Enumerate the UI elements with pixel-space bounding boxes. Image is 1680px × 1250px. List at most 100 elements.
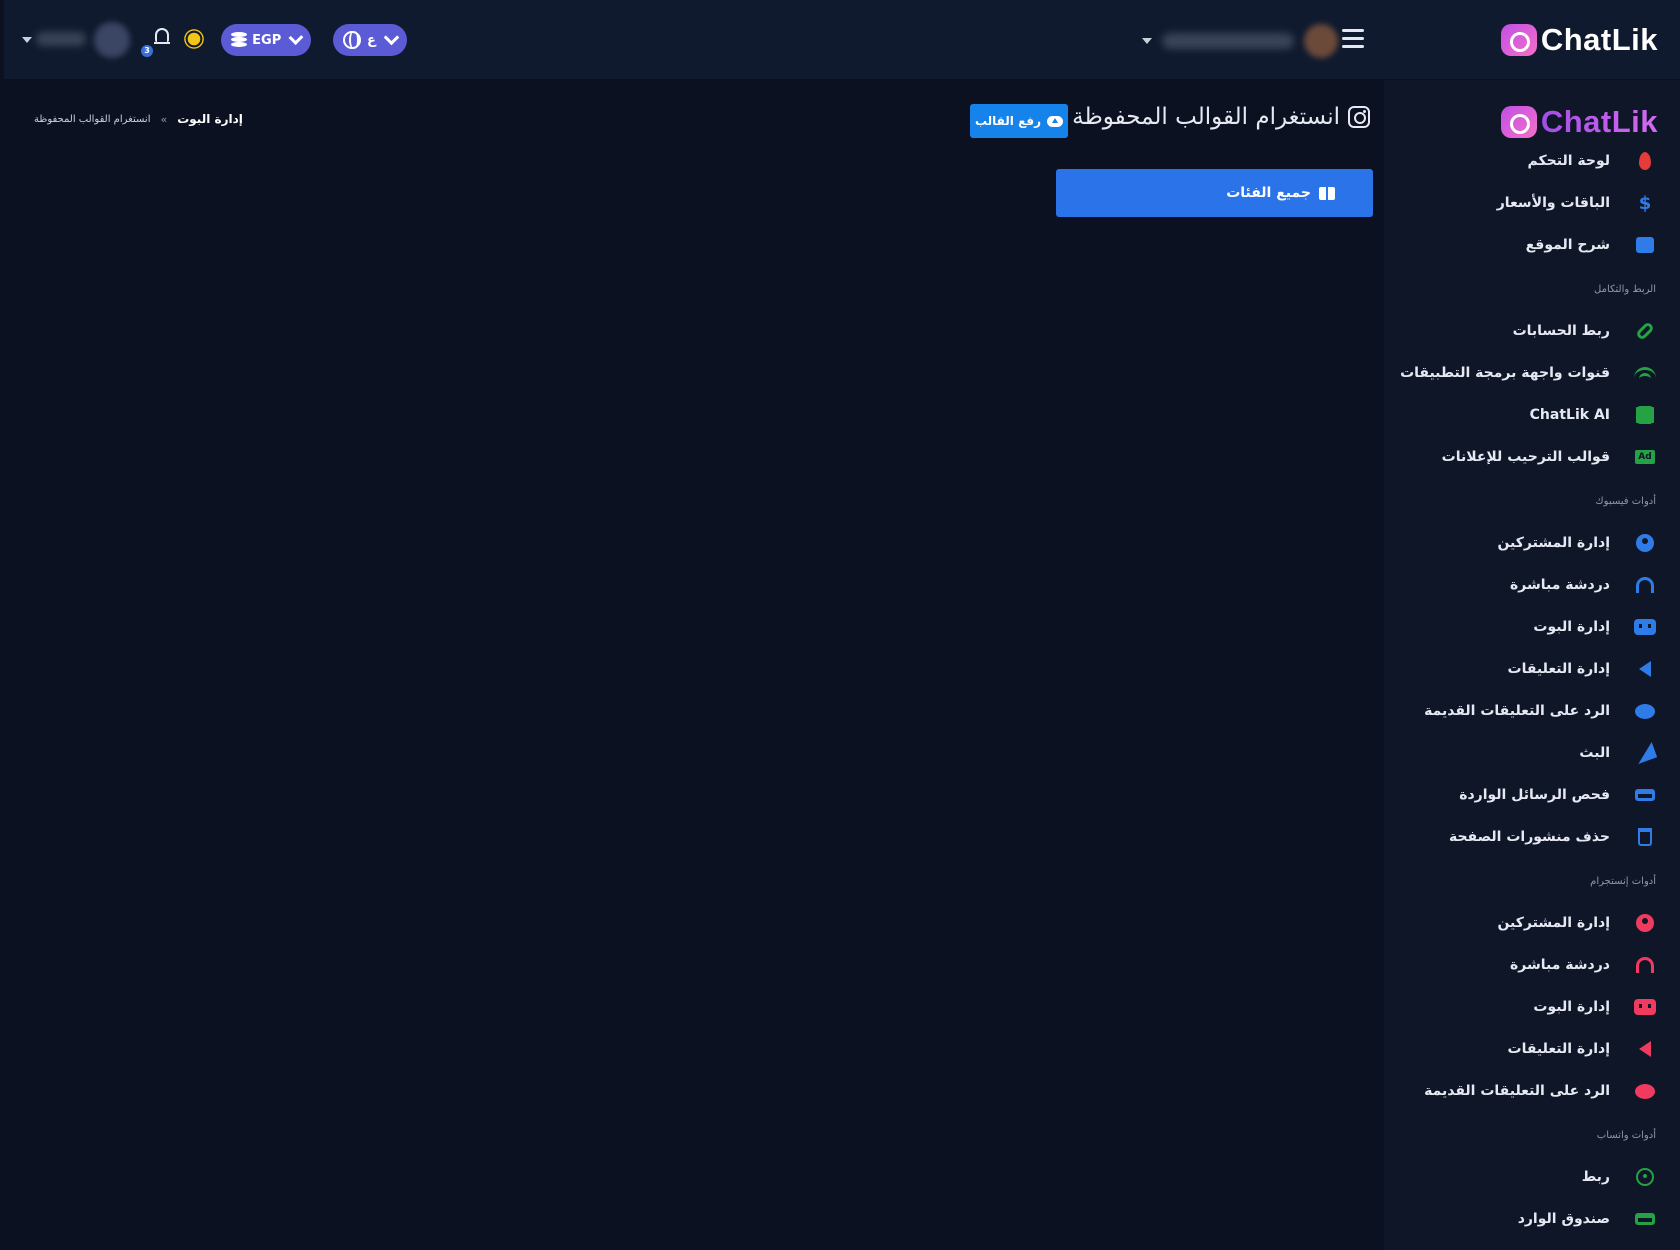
cloud-upload-icon [1047,115,1064,127]
language-selector[interactable]: ع [333,24,407,56]
breadcrumb-item-bot-manager[interactable]: إدارة البوت [177,112,243,126]
sidebar-item-fb-inbox-check[interactable]: فحص الرسائل الواردة [1384,774,1680,816]
notifications-bell-icon[interactable] [154,28,170,46]
coins-icon [231,32,247,48]
chatlik-logo-icon [1500,24,1537,56]
currency-selector[interactable]: EGP [221,24,311,56]
top-navbar: ChatLik ع EGP 3 [4,0,1680,80]
sidebar-item-wa-inbox[interactable]: صندوق الوارد [1384,1198,1680,1240]
presentation-icon [1634,234,1656,256]
account-name-redacted [1162,33,1294,49]
sidebar-item-label: دردشة مباشرة [1510,577,1610,593]
user-name-redacted[interactable] [36,32,86,46]
reply-all-icon [1634,658,1656,680]
currency-label: EGP [252,32,282,48]
chip-icon [1634,404,1656,426]
sidebar-item-ig-live-chat[interactable]: دردشة مباشرة [1384,944,1680,986]
sidebar-item-fb-broadcast[interactable]: البث [1384,732,1680,774]
sidebar-item-fb-delete-posts[interactable]: حذف منشورات الصفحة [1384,816,1680,858]
breadcrumb-item-current: انستغرام القوالب المحفوظة [34,113,151,125]
menu-toggle-icon[interactable] [1342,29,1364,49]
chat-bubble-icon [1634,1080,1656,1102]
sidebar-item-label: لوحة التحكم [1527,153,1610,169]
book-open-icon [1319,186,1335,200]
sidebar-item-pricing[interactable]: $ الباقات والأسعار [1384,182,1680,224]
section-label-whatsapp: أدوات واتساب [1596,1130,1656,1141]
all-categories-button[interactable]: جميع الفئات [1056,169,1373,217]
sidebar-item-label: قنوات واجهة برمجة التطبيقات [1400,365,1610,381]
sidebar-item-label: دردشة مباشرة [1510,957,1610,973]
user-circle-icon [1634,912,1656,934]
theme-toggle-sun-icon[interactable] [187,32,201,46]
flame-icon [1634,150,1656,172]
sidebar-item-fb-bot-manager[interactable]: إدارة البوت [1384,606,1680,648]
wifi-icon [1634,362,1656,384]
sidebar-item-label: الرد على التعليقات القديمة [1424,703,1610,719]
language-label: ع [367,32,376,48]
paper-plane-icon [1632,742,1658,764]
sidebar-item-label: شرح الموقع [1525,237,1610,253]
sidebar-item-label: ChatLik AI [1529,407,1610,423]
account-avatar [1304,24,1338,58]
sidebar-item-ig-old-comments[interactable]: الرد على التعليقات القديمة [1384,1070,1680,1112]
section-label-facebook: أدوات فيسبوك [1595,496,1656,507]
sidebar-item-ig-subscribers[interactable]: إدارة المشتركين [1384,902,1680,944]
chevron-down-icon [288,29,304,45]
account-switcher[interactable] [1142,24,1338,58]
user-avatar[interactable] [94,22,130,58]
sidebar-item-label: الباقات والأسعار [1496,195,1610,211]
sidebar-item-ig-bot-manager[interactable]: إدارة البوت [1384,986,1680,1028]
instagram-icon [1348,106,1370,128]
sidebar-item-ad-welcome-templates[interactable]: Ad قوالب الترحيب للإعلانات [1384,436,1680,478]
reply-all-icon [1634,1038,1656,1060]
sidebar-item-label: الرد على التعليقات القديمة [1424,1083,1610,1099]
page-title: انستغرام القوالب المحفوظة [1072,104,1340,130]
sidebar-item-fb-comments[interactable]: إدارة التعليقات [1384,648,1680,690]
upload-template-label: رفع القالب [974,114,1042,128]
sidebar-item-label: صندوق الوارد [1517,1211,1610,1227]
headset-icon [1634,954,1656,976]
chatlik-logo-icon [1500,106,1537,138]
sidebar-item-ig-comments[interactable]: إدارة التعليقات [1384,1028,1680,1070]
sidebar-item-label: قوالب الترحيب للإعلانات [1441,449,1610,465]
sidebar-item-label: ربط [1581,1169,1610,1185]
globe-icon [343,31,361,49]
sidebar-item-tutorial[interactable]: شرح الموقع [1384,224,1680,266]
sidebar-item-label: إدارة البوت [1533,619,1610,635]
whatsapp-icon [1634,1166,1656,1188]
sidebar-item-label: ربط الحسابات [1512,323,1610,339]
chat-bubble-icon [1634,700,1656,722]
chevron-down-icon [383,29,400,45]
trash-icon [1634,826,1656,848]
sidebar-item-wa-connect[interactable]: ربط [1384,1156,1680,1198]
inbox-icon [1634,1208,1656,1230]
brand-logo[interactable]: ChatLik [1500,22,1658,58]
sidebar-item-chatlik-ai[interactable]: ChatLik AI [1384,394,1680,436]
sidebar-menu: لوحة التحكم $ الباقات والأسعار شرح الموق… [1384,140,1680,1240]
sidebar-item-label: البث [1579,745,1610,761]
sidebar-item-label: حذف منشورات الصفحة [1448,829,1610,845]
upload-template-button[interactable]: رفع القالب [970,104,1068,138]
inbox-icon [1634,784,1656,806]
page-header: انستغرام القوالب المحفوظة [1072,104,1370,130]
section-label-integration: الربط والتكامل [1594,284,1656,295]
sidebar-item-connect-accounts[interactable]: ربط الحسابات [1384,310,1680,352]
headset-icon [1634,574,1656,596]
robot-icon [1634,996,1656,1018]
sidebar-item-fb-live-chat[interactable]: دردشة مباشرة [1384,564,1680,606]
sidebar-item-label: إدارة التعليقات [1507,1041,1610,1057]
sidebar-item-dashboard[interactable]: لوحة التحكم [1384,140,1680,182]
robot-icon [1634,616,1656,638]
breadcrumb-separator: » [160,112,168,126]
chevron-down-icon [1142,38,1152,44]
sidebar-item-fb-subscribers[interactable]: إدارة المشتركين [1384,522,1680,564]
sidebar-brand-logo[interactable]: ChatLik [1500,104,1658,140]
section-label-instagram: أدوات إنستجرام [1590,876,1656,887]
sidebar-item-label: إدارة البوت [1533,999,1610,1015]
link-icon [1634,320,1656,342]
sidebar-item-fb-old-comments[interactable]: الرد على التعليقات القديمة [1384,690,1680,732]
sidebar-item-label: فحص الرسائل الواردة [1459,787,1610,803]
user-circle-icon [1634,532,1656,554]
user-menu-chevron-icon[interactable] [22,37,32,43]
sidebar-item-api-channels[interactable]: قنوات واجهة برمجة التطبيقات [1384,352,1680,394]
